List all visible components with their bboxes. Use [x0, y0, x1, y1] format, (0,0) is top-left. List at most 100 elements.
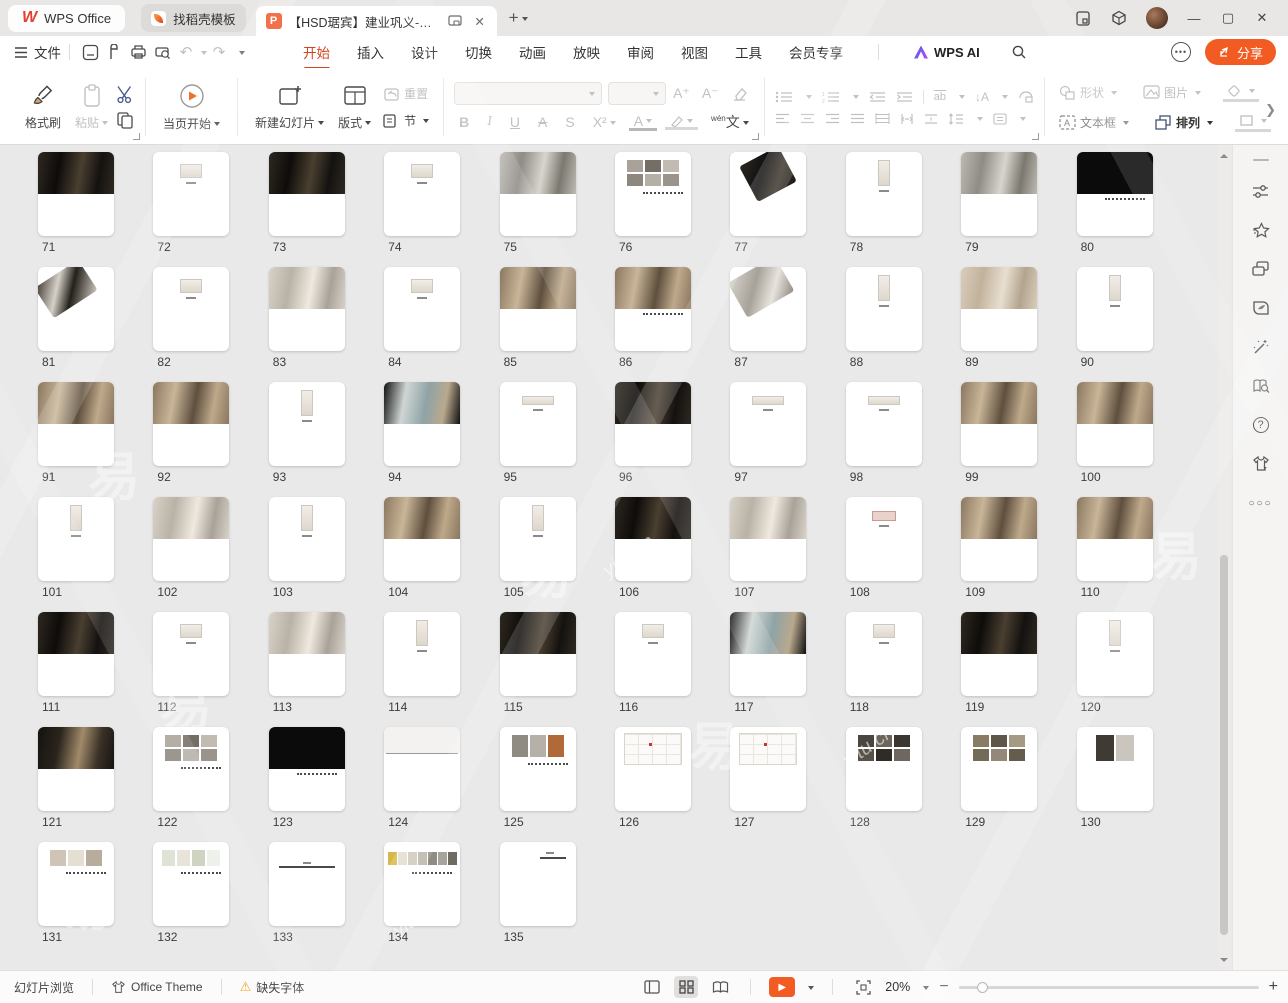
- slide-thumbnail-120[interactable]: [1077, 612, 1153, 696]
- export-pdf-icon[interactable]: [102, 41, 126, 63]
- slide-thumbnail-79[interactable]: [961, 152, 1037, 236]
- slideshow-play-button[interactable]: ▶: [769, 977, 795, 997]
- file-menu[interactable]: 文件: [14, 42, 61, 62]
- tab-transition[interactable]: 切换: [465, 42, 492, 62]
- close-tab-icon[interactable]: ✕: [471, 12, 489, 30]
- sidebar-collapse-handle[interactable]: [1253, 159, 1269, 161]
- slide-thumbnail-74[interactable]: [384, 152, 460, 236]
- zoom-slider-thumb[interactable]: [977, 982, 988, 993]
- slide-thumbnail-98[interactable]: [846, 382, 922, 466]
- tab-view[interactable]: 视图: [681, 42, 708, 62]
- slide-thumbnail-107[interactable]: [730, 497, 806, 581]
- superscript-icon[interactable]: X²: [588, 114, 621, 130]
- tab-review[interactable]: 审阅: [627, 42, 654, 62]
- slide-thumbnail-135[interactable]: [500, 842, 576, 926]
- slide-thumbnail-76[interactable]: [615, 152, 691, 236]
- picture-button[interactable]: 图片: [1139, 82, 1205, 103]
- slide-thumbnail-100[interactable]: [1077, 382, 1153, 466]
- slide-thumbnail-73[interactable]: [269, 152, 345, 236]
- slide-sorter-view-icon[interactable]: [674, 976, 698, 998]
- new-slide-button[interactable]: 新建幻灯片: [248, 81, 331, 133]
- slide-thumbnail-130[interactable]: [1077, 727, 1153, 811]
- switch-slides-icon[interactable]: [1250, 258, 1272, 280]
- tab-animation[interactable]: 动画: [519, 42, 546, 62]
- placeholder-icon[interactable]: [1018, 90, 1034, 104]
- tab-design[interactable]: 设计: [411, 42, 438, 62]
- text-direction-icon[interactable]: ↓A: [975, 90, 989, 104]
- line-spacing-icon[interactable]: [948, 113, 964, 125]
- navigate-search-icon[interactable]: [1250, 375, 1272, 397]
- section-button[interactable]: 节: [378, 110, 433, 131]
- slide-thumbnail-88[interactable]: [846, 267, 922, 351]
- help-icon[interactable]: ?: [1250, 414, 1272, 436]
- decrease-font-icon[interactable]: A⁻: [697, 85, 724, 102]
- maximize-button[interactable]: ▢: [1220, 10, 1236, 26]
- vertical-distribute-icon[interactable]: [993, 113, 1007, 125]
- format-painter-button[interactable]: 格式刷: [18, 81, 68, 133]
- slide-thumbnail-95[interactable]: [500, 382, 576, 466]
- slide-thumbnail-92[interactable]: [153, 382, 229, 466]
- zoom-level-label[interactable]: 20%: [885, 980, 910, 994]
- slide-thumbnail-87[interactable]: [730, 267, 806, 351]
- tab-document[interactable]: P 【HSD琚宾】建业巩义-深化方 ✕: [256, 6, 497, 36]
- minimize-button[interactable]: —: [1186, 11, 1202, 26]
- bold-icon[interactable]: B: [454, 114, 474, 130]
- undo-chevron-icon[interactable]: [201, 51, 207, 58]
- tab-home[interactable]: 开始: [303, 42, 330, 62]
- copy-icon[interactable]: [115, 110, 135, 130]
- special-effects-star-icon[interactable]: [1250, 219, 1272, 241]
- slide-thumbnail-93[interactable]: [269, 382, 345, 466]
- slide-thumbnail-89[interactable]: [961, 267, 1037, 351]
- increase-indent-icon[interactable]: [896, 91, 913, 103]
- docer-resources-icon[interactable]: [1250, 297, 1272, 319]
- paragraph-dialog-launcher[interactable]: [1032, 133, 1039, 140]
- slide-thumbnail-114[interactable]: [384, 612, 460, 696]
- slide-thumbnail-82[interactable]: [153, 267, 229, 351]
- app-home-button[interactable]: W WPS Office: [8, 5, 125, 32]
- scroll-down-arrow-icon[interactable]: [1220, 958, 1228, 966]
- missing-fonts-button[interactable]: ⚠ 缺失字体: [240, 979, 305, 996]
- slide-thumbnail-129[interactable]: [961, 727, 1037, 811]
- assistant-icon[interactable]: •••: [1171, 42, 1191, 62]
- paste-button[interactable]: 粘贴: [68, 81, 115, 133]
- reading-view-icon[interactable]: [708, 976, 732, 998]
- slide-thumbnail-81[interactable]: [38, 267, 114, 351]
- slide-thumbnail-99[interactable]: [961, 382, 1037, 466]
- print-preview-icon[interactable]: [150, 41, 174, 63]
- underline-icon[interactable]: U: [505, 114, 525, 130]
- tab-slideshow[interactable]: 放映: [573, 42, 600, 62]
- mobile-sync-icon[interactable]: [1074, 9, 1092, 27]
- slide-thumbnail-90[interactable]: [1077, 267, 1153, 351]
- slide-thumbnail-71[interactable]: [38, 152, 114, 236]
- strikethrough-icon[interactable]: A: [533, 114, 552, 130]
- slide-thumbnail-83[interactable]: [269, 267, 345, 351]
- font-dialog-launcher[interactable]: [752, 133, 759, 140]
- normal-view-icon[interactable]: [640, 976, 664, 998]
- quickbar-customize-chevron-icon[interactable]: [239, 51, 245, 58]
- distribute-text-icon[interactable]: [875, 113, 890, 124]
- tab-docer-templates[interactable]: 找稻壳模板: [141, 4, 246, 32]
- bullet-list-icon[interactable]: [775, 91, 793, 103]
- font-family-select[interactable]: [454, 82, 602, 105]
- theme-button[interactable]: Office Theme: [111, 980, 203, 994]
- cut-icon[interactable]: [115, 84, 135, 104]
- close-window-button[interactable]: ✕: [1254, 10, 1270, 26]
- slide-thumbnail-123[interactable]: [269, 727, 345, 811]
- vertical-scrollbar-thumb[interactable]: [1220, 555, 1228, 935]
- italic-icon[interactable]: I: [482, 114, 497, 130]
- scroll-up-arrow-icon[interactable]: [1220, 150, 1228, 158]
- fill-color-button[interactable]: [1223, 82, 1259, 102]
- textbox-button[interactable]: A 文本框: [1055, 112, 1133, 133]
- undo-icon[interactable]: ↶: [174, 41, 198, 63]
- slide-thumbnail-86[interactable]: [615, 267, 691, 351]
- align-left-icon[interactable]: [775, 113, 790, 124]
- slide-thumbnail-113[interactable]: [269, 612, 345, 696]
- zoom-slider[interactable]: [959, 986, 1259, 989]
- align-justify-icon[interactable]: [850, 113, 865, 124]
- slide-thumbnail-117[interactable]: [730, 612, 806, 696]
- increase-font-icon[interactable]: A⁺: [668, 85, 695, 102]
- save-icon[interactable]: [78, 41, 102, 63]
- wps-ai-button[interactable]: WPS AI: [914, 45, 980, 60]
- slide-thumbnail-85[interactable]: [500, 267, 576, 351]
- zoom-out-button[interactable]: −: [939, 978, 948, 996]
